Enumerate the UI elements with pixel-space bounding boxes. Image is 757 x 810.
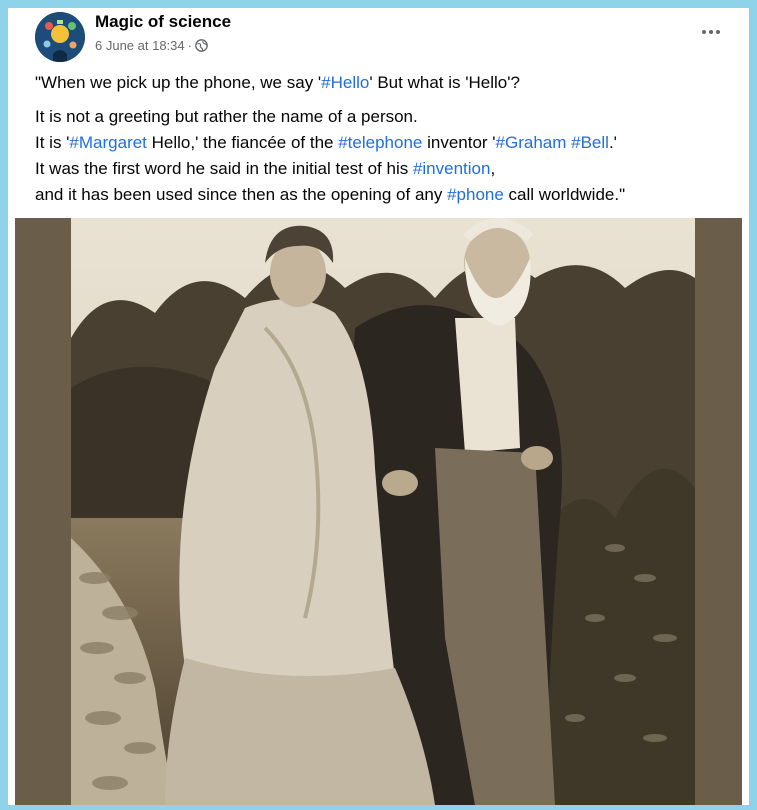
post-text-line: It was the first word he said in the ini… (35, 156, 729, 182)
hashtag-link[interactable]: #Graham (496, 133, 567, 152)
more-options-icon (702, 30, 706, 34)
post-text-line: "When we pick up the phone, we say '#Hel… (35, 70, 729, 96)
post-text-segment: It is not a greeting but rather the name… (35, 107, 418, 126)
post-text-segment: .' (608, 133, 617, 152)
more-options-button[interactable] (697, 22, 725, 42)
post-timestamp[interactable]: 6 June at 18:34 (95, 38, 185, 53)
post-text-segment: It is ' (35, 133, 70, 152)
post-text-line: and it has been used since then as the o… (35, 182, 729, 208)
post-message: "When we pick up the phone, we say '#Hel… (35, 70, 729, 208)
hashtag-link[interactable]: #invention (413, 159, 491, 178)
meta-separator: · (187, 38, 192, 53)
post-meta: 6 June at 18:34 · (95, 38, 208, 53)
post-text-segment: call worldwide." (503, 185, 626, 204)
more-options-icon-dot (716, 30, 720, 34)
hashtag-link[interactable]: #Margaret (69, 133, 146, 152)
hashtag-link[interactable]: #Bell (571, 133, 609, 152)
post-text-segment: Hello,' the fiancée of the (146, 133, 339, 152)
globe-icon (195, 39, 208, 52)
post-text-segment: "When we pick up the phone, we say ' (35, 73, 322, 92)
page-avatar[interactable] (35, 12, 85, 62)
hashtag-link[interactable]: #phone (447, 185, 504, 204)
post-text-segment: It was the first word he said in the ini… (35, 159, 413, 178)
hashtag-link[interactable]: #Hello (321, 73, 369, 92)
page-name[interactable]: Magic of science (95, 12, 231, 32)
hashtag-link[interactable]: #telephone (338, 133, 422, 152)
post-text-line: It is '#Margaret Hello,' the fiancée of … (35, 130, 729, 156)
more-options-icon-dot (709, 30, 713, 34)
post-photo[interactable] (15, 218, 742, 805)
post-text-segment: , (490, 159, 496, 178)
post-text-segment: inventor ' (422, 133, 496, 152)
post-header: Magic of science 6 June at 18:34 · (8, 8, 749, 70)
post-text-segment: ' But what is 'Hello'? (369, 73, 520, 92)
post-text-segment: and it has been used since then as the o… (35, 185, 448, 204)
facebook-post: Magic of science 6 June at 18:34 · "When… (8, 8, 749, 805)
post-text-line: It is not a greeting but rather the name… (35, 104, 729, 130)
